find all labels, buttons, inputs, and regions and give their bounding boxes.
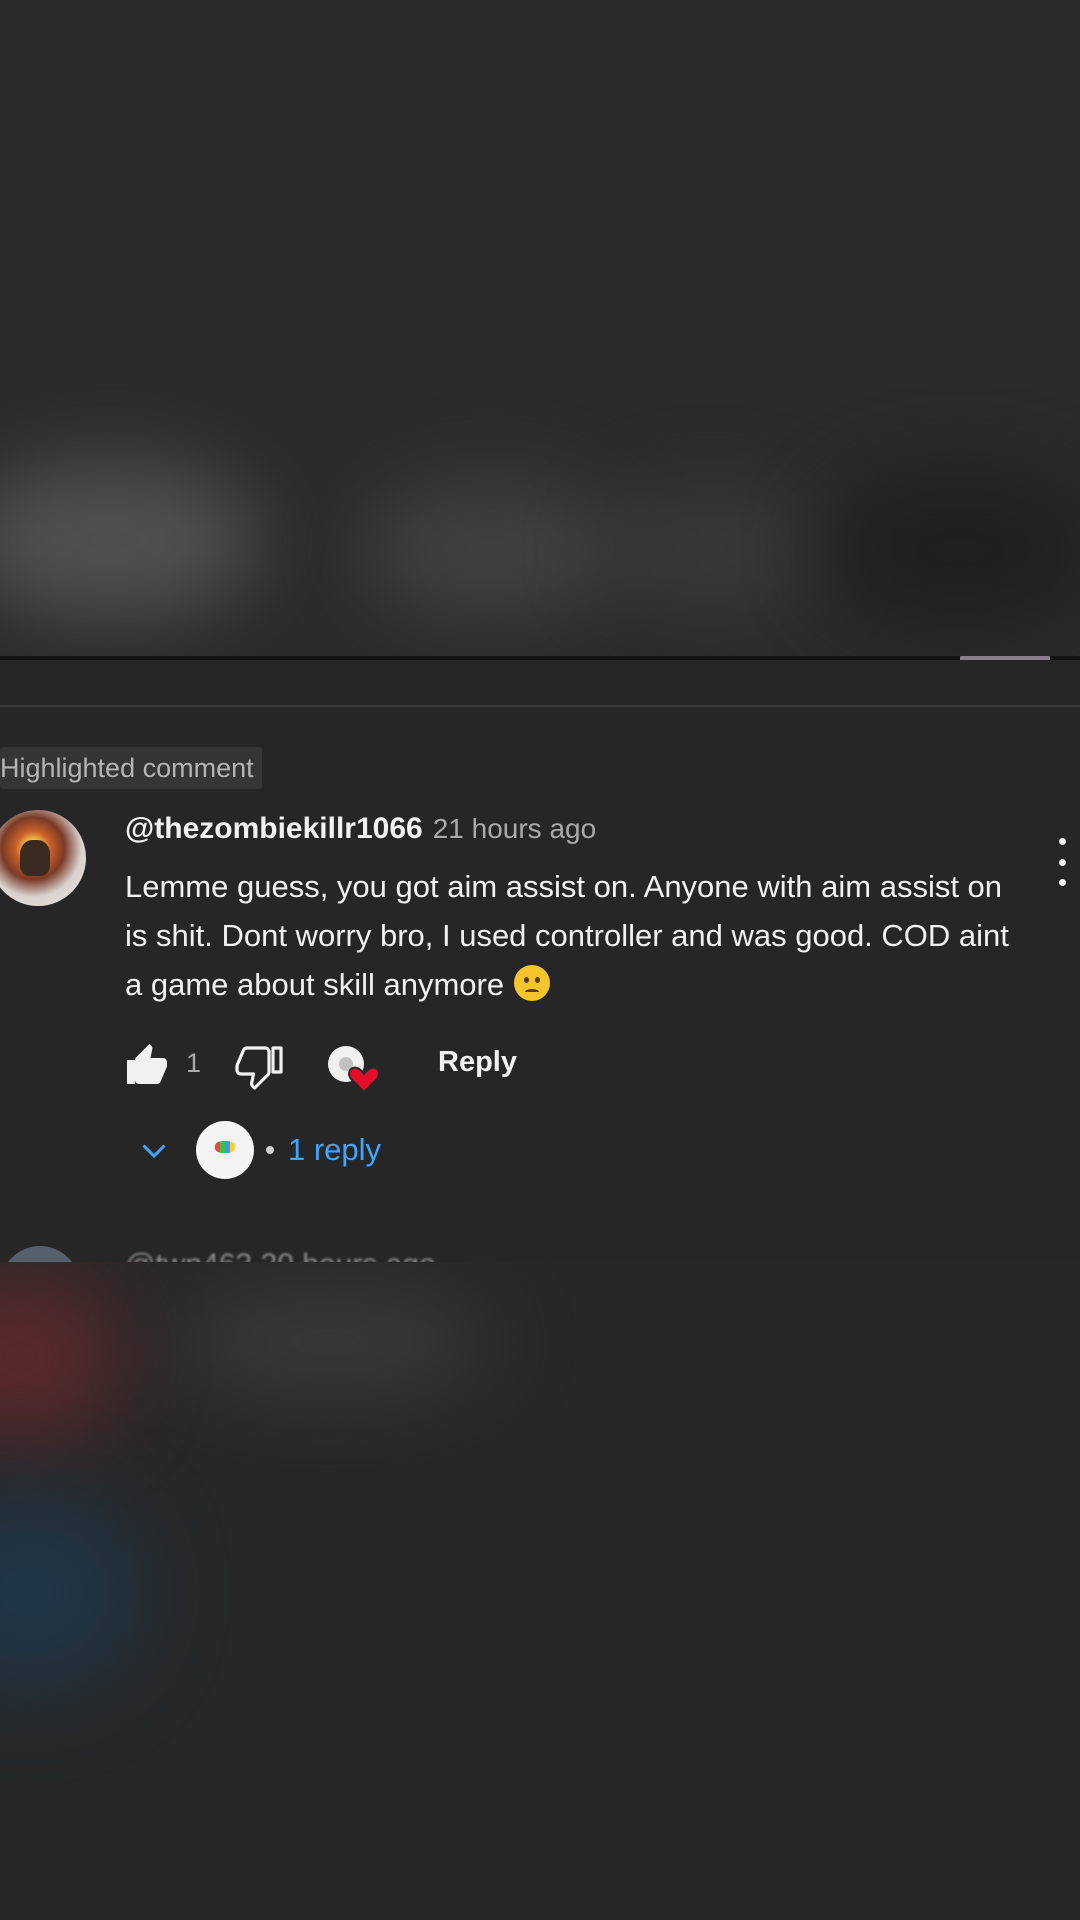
divider <box>0 705 1080 707</box>
video-blur <box>360 480 620 620</box>
thumbs-down-icon[interactable] <box>234 1042 284 1090</box>
comment-author[interactable]: @thezombiekillr1066 <box>125 812 423 846</box>
blur-blob <box>170 1292 490 1392</box>
blurred-region <box>0 1262 1080 1920</box>
avatar-figure <box>20 840 50 876</box>
comment-header: @thezombiekillr1066 21 hours ago <box>125 812 596 846</box>
blur-blob <box>0 1272 120 1442</box>
highlighted-comment-badge: Highlighted comment <box>0 747 262 789</box>
creator-heart-icon[interactable] <box>324 1040 384 1096</box>
comment-text: Lemme guess, you got aim assist on. Anyo… <box>125 869 1009 1002</box>
like-count: 1 <box>186 1048 202 1078</box>
separator-dot <box>266 1146 274 1154</box>
creator-avatar <box>196 1121 254 1179</box>
more-vert-icon[interactable] <box>1052 838 1072 886</box>
worried-face-emoji-icon <box>514 965 551 1001</box>
video-blur <box>820 470 1080 630</box>
chevron-down-icon[interactable] <box>136 1132 172 1168</box>
comment-time[interactable]: 21 hours ago <box>433 813 596 845</box>
blur-blob <box>0 1492 140 1692</box>
video-player[interactable] <box>0 0 1080 660</box>
replies-count[interactable]: 1 reply <box>288 1132 381 1168</box>
reply-button[interactable]: Reply <box>438 1046 517 1079</box>
video-progress-track[interactable] <box>0 656 1080 660</box>
page: Highlighted comment @thezombiekillr1066 … <box>0 0 1080 1920</box>
video-progress-thumb[interactable] <box>960 656 1050 660</box>
video-blur <box>600 490 820 610</box>
thumbs-up-icon[interactable] <box>122 1042 172 1090</box>
comment-body: Lemme guess, you got aim assist on. Anyo… <box>125 862 1025 1009</box>
author-avatar[interactable] <box>0 810 86 906</box>
view-replies-button[interactable]: 1 reply <box>136 1120 381 1180</box>
video-blur <box>0 460 260 620</box>
